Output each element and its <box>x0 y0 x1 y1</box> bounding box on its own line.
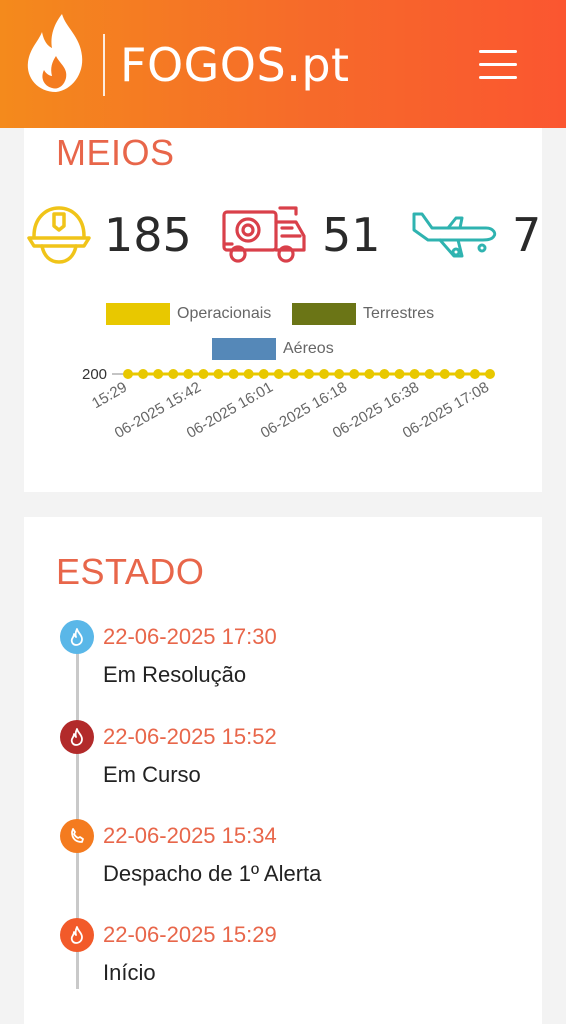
data-point[interactable] <box>228 369 239 379</box>
hamburger-menu-icon[interactable] <box>476 46 520 84</box>
legend-swatch-operacionais[interactable] <box>106 303 170 325</box>
data-point[interactable] <box>138 369 149 379</box>
data-point[interactable] <box>439 369 450 379</box>
data-point[interactable] <box>198 369 209 379</box>
estado-card: ESTADO 22-06-2025 17:30 Em Resolução 22-… <box>24 517 542 1024</box>
terrestres-count: 51 <box>322 208 381 262</box>
data-point[interactable] <box>123 369 133 379</box>
flame-icon <box>70 926 83 944</box>
data-point[interactable] <box>469 369 480 379</box>
data-point[interactable] <box>364 369 375 379</box>
data-point[interactable] <box>319 369 330 379</box>
legend-swatch-aereos[interactable] <box>212 338 276 360</box>
legend-label-aereos[interactable]: Aéreos <box>283 340 334 358</box>
timeline-marker-em-resolucao <box>60 620 94 654</box>
meios-card: MEIOS 185 51 7 Operacionais Terrestres A… <box>24 128 542 492</box>
data-point[interactable] <box>168 369 179 379</box>
flame-icon <box>70 728 83 746</box>
timeline-marker-despacho <box>60 819 94 853</box>
data-point[interactable] <box>424 369 435 379</box>
timeline-date: 22-06-2025 15:52 <box>103 724 277 749</box>
x-tick-label: 15:29 <box>89 379 130 412</box>
legend-swatch-terrestres[interactable] <box>292 303 356 325</box>
data-point[interactable] <box>454 369 465 379</box>
meios-chart: 20015:2906-2025 15:4206-2025 16:0106-202… <box>82 366 495 442</box>
data-point[interactable] <box>334 369 345 379</box>
timeline-date: 22-06-2025 17:30 <box>103 624 277 649</box>
airplane-icon <box>412 212 497 258</box>
timeline-date: 22-06-2025 15:29 <box>103 922 277 947</box>
flame-logo-icon <box>27 14 83 92</box>
firefighter-helmet-icon <box>27 206 91 264</box>
meios-title: MEIOS <box>56 132 175 173</box>
data-point[interactable] <box>349 369 360 379</box>
estado-title: ESTADO <box>56 551 205 592</box>
data-point[interactable] <box>213 369 224 379</box>
flame-icon <box>70 628 83 646</box>
timeline-status: Início <box>103 960 156 985</box>
data-point[interactable] <box>304 369 314 379</box>
data-point[interactable] <box>153 369 164 379</box>
fire-truck-icon <box>222 206 306 263</box>
timeline-marker-em-curso <box>60 720 94 754</box>
aereos-count: 7 <box>512 208 542 262</box>
data-point[interactable] <box>485 369 495 379</box>
top-header: FOGOS.pt <box>0 0 566 128</box>
data-point[interactable] <box>394 369 405 379</box>
timeline-date: 22-06-2025 15:34 <box>103 823 277 848</box>
data-point[interactable] <box>243 369 254 379</box>
data-point[interactable] <box>288 369 299 379</box>
data-point[interactable] <box>258 369 269 379</box>
timeline-marker-inicio <box>60 918 94 952</box>
timeline-status: Em Curso <box>103 762 201 787</box>
legend-label-terrestres[interactable]: Terrestres <box>363 305 434 323</box>
data-point[interactable] <box>273 369 284 379</box>
timeline-status: Em Resolução <box>103 662 247 687</box>
logo-text[interactable]: FOGOS.pt <box>120 38 350 92</box>
legend-label-operacionais[interactable]: Operacionais <box>177 305 271 323</box>
data-point[interactable] <box>183 369 194 379</box>
data-point[interactable] <box>409 369 420 379</box>
phone-alert-icon <box>71 828 84 843</box>
y-tick-label: 200 <box>82 366 107 383</box>
timeline-status: Despacho de 1º Alerta <box>103 861 322 886</box>
logo-divider <box>103 34 105 96</box>
data-point[interactable] <box>379 369 390 379</box>
operacionais-count: 185 <box>104 208 192 262</box>
